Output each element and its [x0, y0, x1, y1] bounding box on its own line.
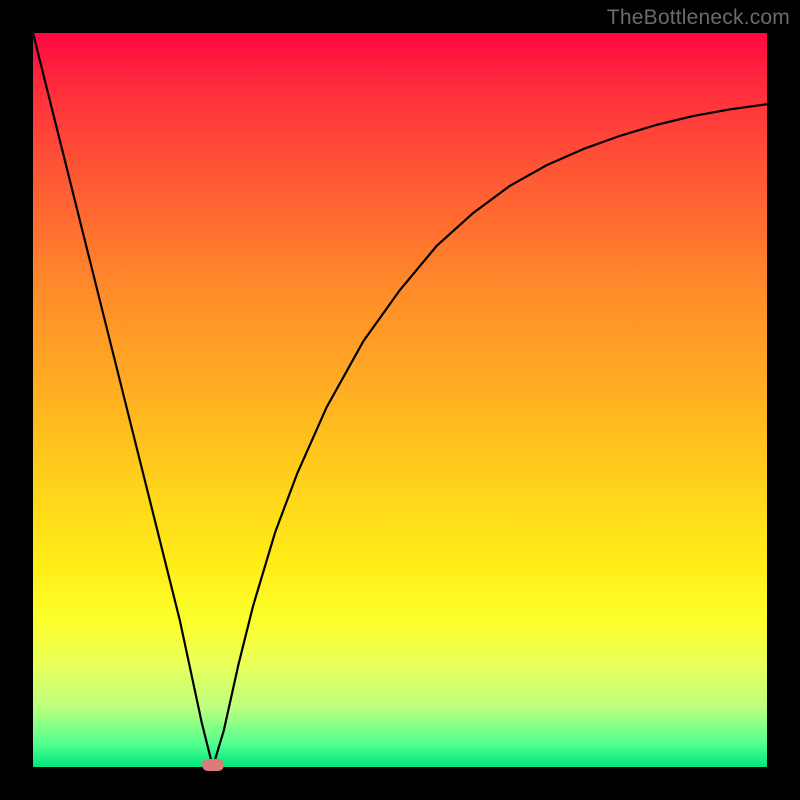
- bottleneck-curve: [33, 33, 767, 767]
- watermark-text: TheBottleneck.com: [607, 6, 790, 30]
- chart-frame: TheBottleneck.com: [0, 0, 800, 800]
- min-marker: [202, 759, 224, 771]
- plot-area: [33, 33, 767, 767]
